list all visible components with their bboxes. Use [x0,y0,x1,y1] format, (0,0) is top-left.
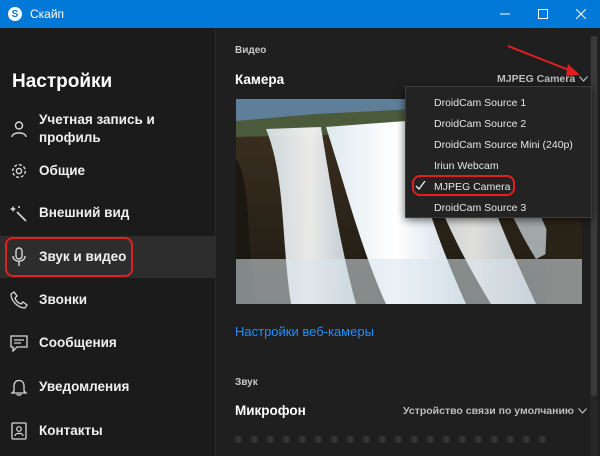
sidebar-item-label: Общие [39,163,86,178]
level-dot [427,436,434,443]
sidebar-item-appearance[interactable]: Внешний вид [0,194,216,232]
level-dot [523,436,530,443]
level-dot [363,436,370,443]
sidebar-item-label: Внешний вид [39,205,130,220]
webcam-settings-link[interactable]: Настройки веб-камеры [235,324,374,339]
level-dot [443,436,450,443]
camera-dropdown-menu: DroidCam Source 1 DroidCam Source 2 Droi… [405,86,592,218]
microphone-label: Микрофон [235,403,306,418]
microphone-level-meter [235,436,546,443]
video-section-label: Видео [235,45,267,56]
sidebar-item-label: Сообщения [39,335,117,350]
bell-icon [9,377,29,397]
menu-item-camera[interactable]: Iriun Webcam [406,155,591,176]
window-controls [486,0,600,28]
microphone-select-value: Устройство связи по умолчанию [403,405,574,417]
level-dot [507,436,514,443]
highlight-box-mjpeg [412,175,515,196]
audio-section-label: Звук [235,377,258,388]
chat-icon [9,333,29,353]
menu-item-camera[interactable]: DroidCam Source Mini (240p) [406,134,591,155]
sidebar-item-general[interactable]: Общие [0,152,216,190]
menu-item-camera[interactable]: DroidCam Source 1 [406,92,591,113]
level-dot [379,436,386,443]
skype-logo-icon: S [8,7,22,21]
sidebar-item-contacts[interactable]: Контакты [0,412,216,450]
level-dot [491,436,498,443]
phone-icon [9,290,29,310]
level-dot [299,436,306,443]
minimize-icon [500,13,510,15]
sidebar-item-messages[interactable]: Сообщения [0,324,216,362]
sidebar-item-label: Звонки [39,292,88,307]
sidebar-item-calls[interactable]: Звонки [0,281,216,319]
microphone-select[interactable]: Устройство связи по умолчанию [403,405,587,417]
level-dot [235,436,242,443]
magic-wand-icon [9,203,29,223]
sidebar-item-label: Учетная запись и профиль [39,112,155,145]
level-dot [475,436,482,443]
level-dot [395,436,402,443]
sidebar-item-account[interactable]: Учетная запись и профиль [0,108,216,150]
minimize-button[interactable] [486,0,524,28]
sidebar-item-label: Контакты [39,423,103,438]
level-dot [539,436,546,443]
level-dot [267,436,274,443]
close-button[interactable] [562,0,600,28]
menu-item-label: Iriun Webcam [434,159,499,172]
level-dot [459,436,466,443]
maximize-icon [538,9,548,19]
sidebar-item-notifications[interactable]: Уведомления [0,368,216,406]
menu-item-label: DroidCam Source 1 [434,96,527,109]
settings-sidebar: Настройки Учетная запись и профиль Общие… [0,28,216,456]
menu-item-label: DroidCam Source 3 [434,201,527,214]
gear-icon [9,161,29,181]
menu-item-label: DroidCam Source 2 [434,117,527,130]
annotation-arrow [507,45,580,76]
level-dot [347,436,354,443]
camera-label: Камера [235,72,285,87]
menu-item-label: DroidCam Source Mini (240p) [434,138,573,151]
contacts-icon [9,421,29,441]
level-dot [283,436,290,443]
window-title: Скайп [30,7,65,21]
menu-item-camera[interactable]: DroidCam Source 2 [406,113,591,134]
person-icon [9,119,29,139]
page-title: Настройки [12,71,113,92]
title-bar: S Скайп [0,0,600,28]
level-dot [315,436,322,443]
close-icon [576,9,586,19]
level-dot [251,436,258,443]
level-dot [411,436,418,443]
highlight-box-audio-video [5,237,133,277]
menu-item-camera[interactable]: DroidCam Source 3 [406,197,591,218]
maximize-button[interactable] [524,0,562,28]
sidebar-item-label: Уведомления [39,379,130,394]
chevron-down-icon [577,408,587,414]
level-dot [331,436,338,443]
